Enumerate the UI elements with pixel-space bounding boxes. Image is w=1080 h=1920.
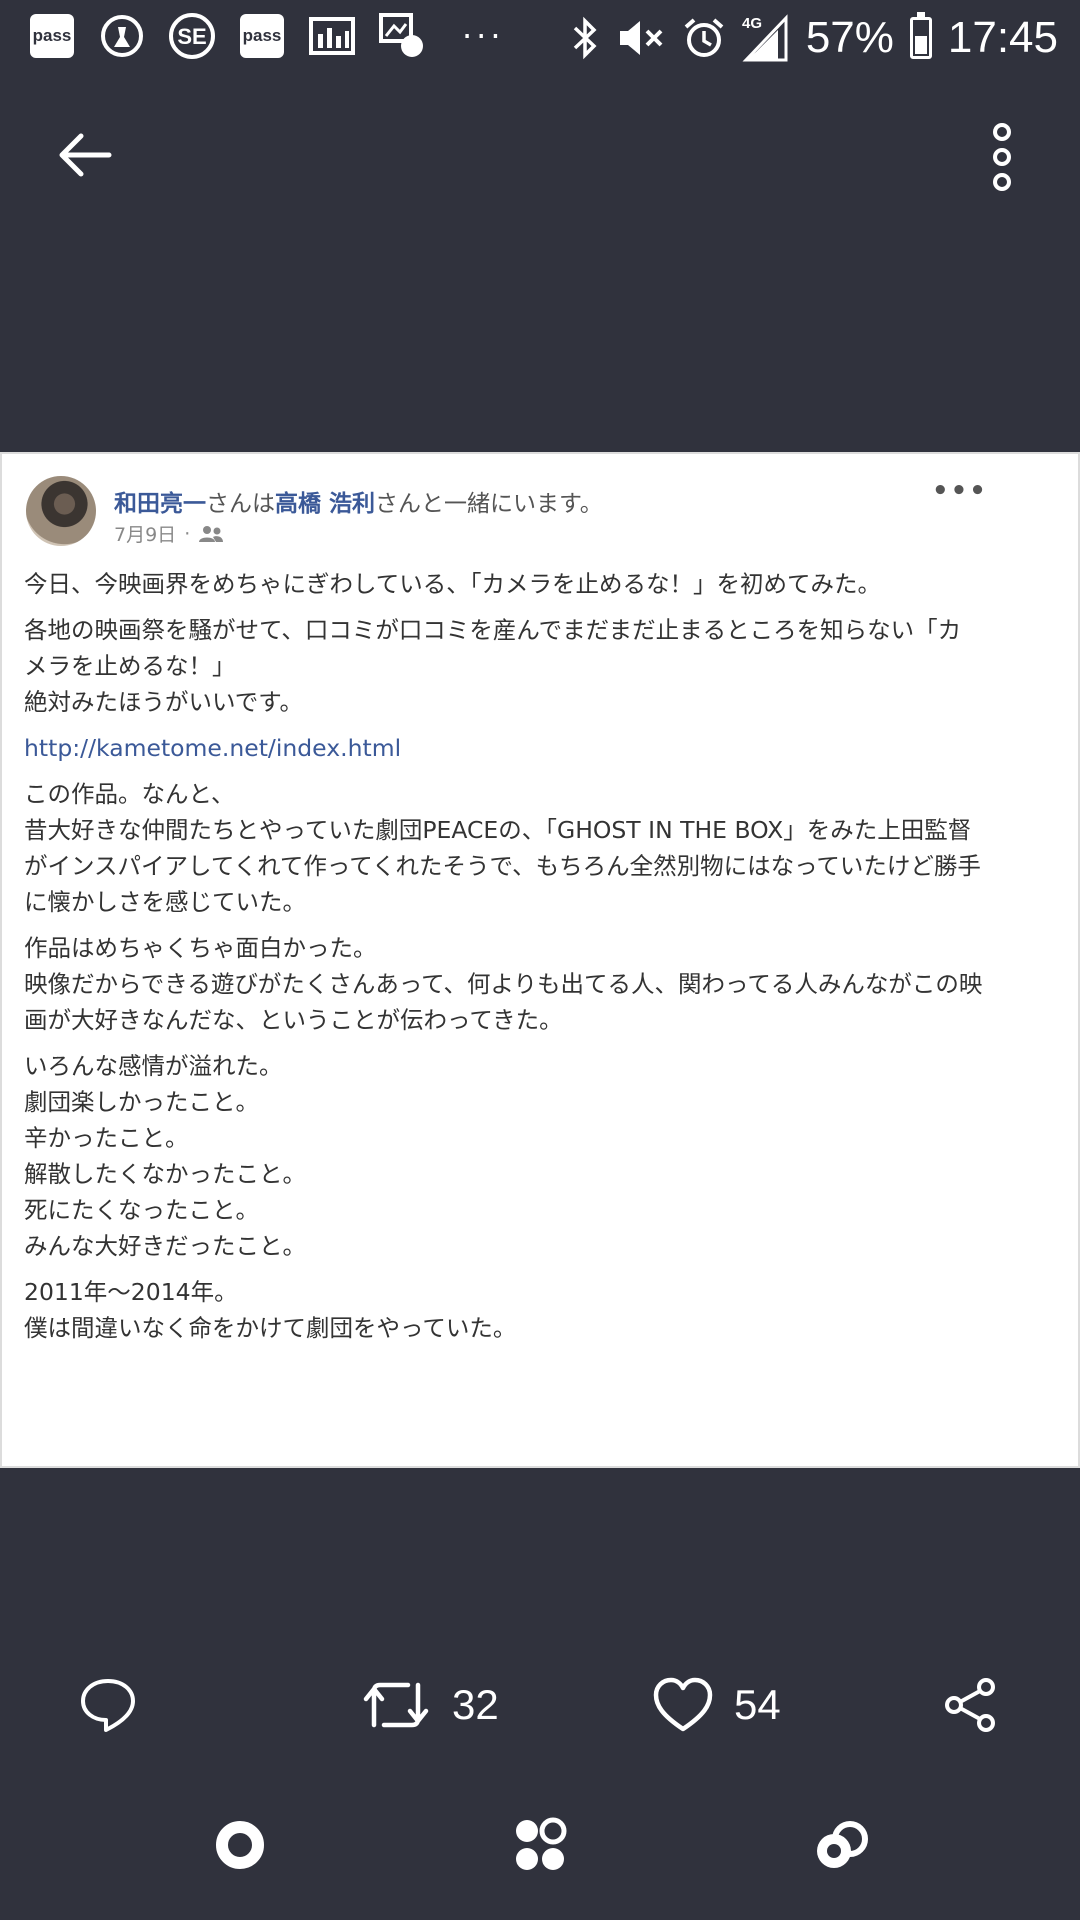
post-paragraph: 各地の映画祭を騒がせて、口コミが口コミを産んでまだまだ止まるところを知らない「カ… — [24, 616, 962, 716]
se-icon: SE — [168, 12, 216, 60]
post-paragraph: この作品。なんと、 昔大好きな仲間たちとやっていた劇団PEACEの、「GHOST… — [24, 780, 981, 916]
system-status: 4G 57% 17:45 — [570, 8, 1058, 68]
notification-icons: pass SE pass ··· — [28, 12, 505, 60]
post-paragraph: 2011年〜2014年。 僕は間違いなく命をかけて劇団をやっていた。 — [24, 1278, 517, 1342]
more-options-button[interactable] — [990, 122, 1014, 192]
retweet-count: 32 — [452, 1681, 499, 1728]
action-bar: 32 54 — [0, 1670, 1080, 1740]
post-date: 7月9日 — [114, 524, 177, 546]
alarm-icon — [684, 18, 724, 57]
share-icon — [945, 1678, 995, 1732]
tagged-name: 高橋 浩利 — [275, 491, 376, 517]
battery-icon — [909, 12, 932, 59]
retweet-button[interactable]: 32 — [360, 1670, 499, 1740]
image-gallery-icon — [308, 12, 356, 60]
bluetooth-icon — [573, 16, 597, 60]
post-paragraph: いろんな感情が溢れた。 劇団楽しかったこと。 辛かったこと。 解散したくなかった… — [24, 1052, 306, 1260]
avatar — [26, 476, 96, 546]
post-paragraph: 今日、今映画界をめちゃにぎわしている、「カメラを止めるな！」を初めてみた。 — [24, 570, 882, 598]
post-screenshot-image[interactable]: 和田亮一さんは高橋 浩利さんと一緒にいます。 7月9日 · ••• 今日、今映画… — [0, 452, 1080, 1468]
retweet-icon — [363, 1682, 429, 1728]
nav-link[interactable] — [812, 1815, 872, 1875]
header-end: さんと一緒にいます。 — [375, 491, 603, 517]
nav-apps[interactable] — [510, 1815, 570, 1875]
post-meta: 7月9日 · — [114, 520, 224, 547]
post-link: http://kametome.net/index.html — [24, 734, 402, 762]
more-vertical-icon — [993, 123, 1011, 191]
bottom-navigation — [0, 1815, 1080, 1875]
overlapping-circles-icon — [817, 1821, 868, 1868]
battery-percent: 57% — [805, 13, 894, 62]
signal-icon: 4G — [742, 14, 788, 62]
pass-icon: pass — [238, 12, 286, 60]
status-bar: pass SE pass ··· 4G 57% 17:45 — [0, 0, 1080, 76]
friends-icon — [199, 525, 224, 542]
date-separator: · — [184, 522, 191, 545]
post-paragraph: 作品はめちゃくちゃ面白かった。 映像だからできる遊びがたくさんあって、何よりも出… — [24, 934, 983, 1034]
like-count: 54 — [734, 1681, 781, 1728]
grid-dots-icon — [516, 1817, 567, 1870]
nav-home[interactable] — [210, 1815, 270, 1875]
post-body: 今日、今映画界をめちゃにぎわしている、「カメラを止めるな！」を初めてみた。 各地… — [24, 566, 984, 1356]
ring-icon — [216, 1821, 264, 1869]
pass-label: pass — [30, 14, 74, 58]
image-notification-icon — [378, 12, 426, 60]
heart-icon — [653, 1677, 713, 1732]
overflow-dots: ··· — [462, 17, 505, 55]
broom-icon — [98, 12, 146, 60]
like-button[interactable]: 54 — [652, 1670, 781, 1740]
arrow-left-icon — [59, 133, 112, 177]
share-button[interactable] — [940, 1670, 1000, 1740]
clock: 17:45 — [947, 13, 1058, 62]
post-menu-icon: ••• — [932, 476, 988, 506]
network-type: 4G — [742, 15, 762, 32]
se-label: SE — [177, 24, 206, 49]
mute-icon — [619, 21, 663, 55]
pass-icon: pass — [28, 12, 76, 60]
header-mid: さんは — [206, 491, 275, 517]
reply-button[interactable] — [78, 1670, 138, 1740]
pass-label: pass — [240, 14, 284, 58]
comment-icon — [81, 1679, 135, 1732]
back-button[interactable] — [55, 125, 115, 185]
author-name: 和田亮一 — [114, 491, 206, 517]
post-header: 和田亮一さんは高橋 浩利さんと一緒にいます。 — [114, 484, 603, 518]
